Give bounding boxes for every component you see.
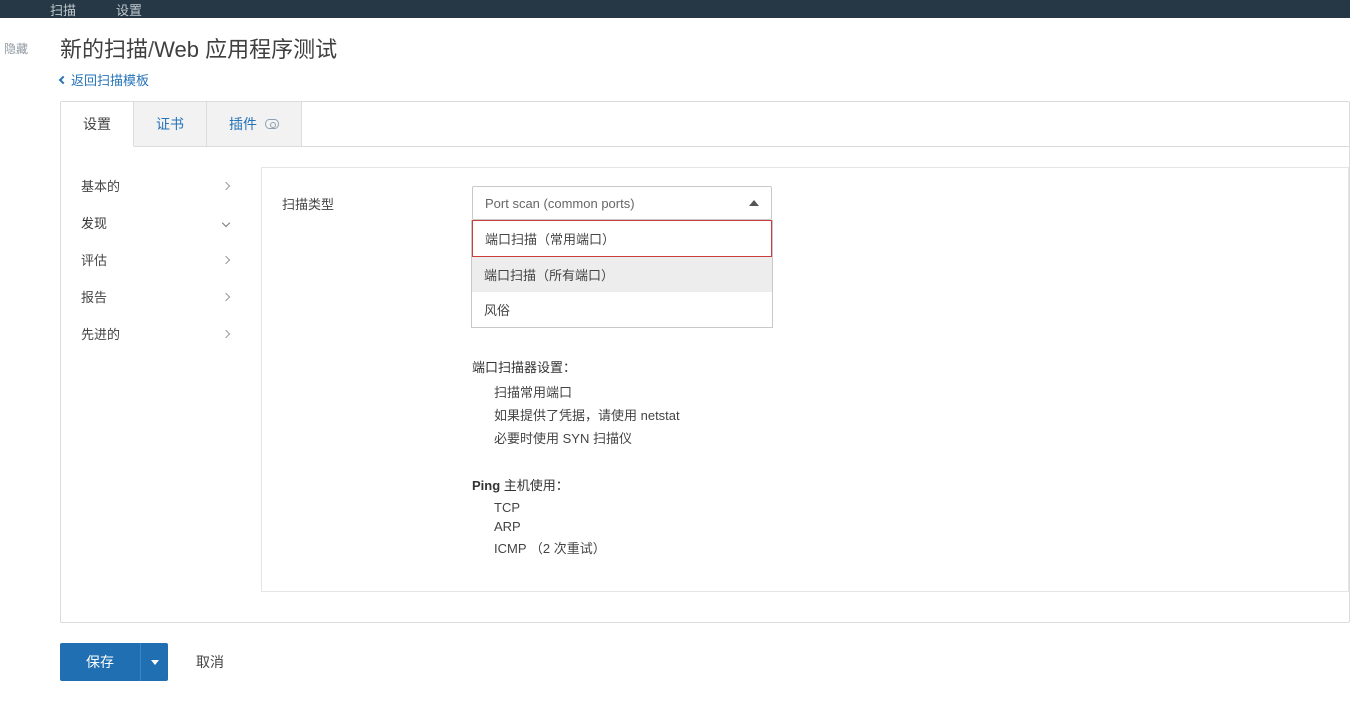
dropdown-selected: Port scan (common ports) — [485, 196, 635, 211]
ping-line: ARP — [494, 519, 1328, 534]
sidemenu-label: 发现 — [81, 213, 107, 232]
content-tabs: 设置 证书 插件 — [61, 102, 1349, 147]
ping-line: ICMP （2 次重试） — [494, 538, 1328, 557]
sidemenu-report[interactable]: 报告 — [79, 278, 241, 315]
page-title: 新的扫描/Web 应用程序测试 — [60, 32, 1350, 64]
back-link-label: 返回扫描模板 — [71, 70, 149, 89]
dropdown-list: 端口扫描（常用端口） 端口扫描（所有端口） 风俗 — [471, 220, 773, 328]
caret-up-icon — [749, 200, 759, 206]
dropdown-head[interactable]: Port scan (common ports) — [472, 186, 772, 220]
scan-type-dropdown[interactable]: Port scan (common ports) 端口扫描（常用端口） 端口扫描… — [472, 186, 772, 220]
port-scanner-head: 端口扫描器设置： — [472, 357, 1328, 376]
eye-icon — [265, 119, 279, 129]
sidemenu-assess[interactable]: 评估 — [79, 241, 241, 278]
title-post: Web 应用程序测试 — [154, 37, 337, 62]
ping-bold: Ping — [472, 478, 500, 493]
left-gutter-hide[interactable]: 隐藏 — [0, 18, 60, 711]
dropdown-option-custom[interactable]: 风俗 — [472, 292, 772, 327]
title-pre: 新的扫描 — [60, 37, 148, 62]
content-panel: 扫描类型 Port scan (common ports) 端口扫描（常用端口）… — [261, 167, 1349, 592]
sidemenu-label: 评估 — [81, 250, 107, 269]
back-link[interactable]: 返回扫描模板 — [60, 70, 149, 89]
sidemenu-label: 报告 — [81, 287, 107, 306]
scanner-line: 扫描常用端口 — [494, 382, 1328, 401]
scan-type-label: 扫描类型 — [282, 186, 472, 213]
topnav-settings[interactable]: 设置 — [116, 0, 142, 19]
tab-plugins[interactable]: 插件 — [207, 102, 302, 146]
settings-card: 设置 证书 插件 基本的 发现 — [60, 101, 1350, 623]
ping-rest: 主机使用： — [500, 478, 569, 493]
sidemenu-label: 基本的 — [81, 176, 120, 195]
side-menu: 基本的 发现 评估 报告 — [61, 167, 241, 592]
sidemenu-basic[interactable]: 基本的 — [79, 167, 241, 204]
ping-line: TCP — [494, 500, 1328, 515]
caret-down-icon — [151, 660, 159, 665]
scanner-line: 必要时使用 SYN 扫描仪 — [494, 428, 1328, 447]
dropdown-option-common[interactable]: 端口扫描（常用端口） — [472, 220, 772, 257]
chevron-right-icon — [222, 255, 230, 263]
scanner-line: 如果提供了凭据，请使用 netstat — [494, 405, 1328, 424]
sidemenu-discovery[interactable]: 发现 — [79, 204, 241, 241]
topnav-scan[interactable]: 扫描 — [50, 0, 76, 19]
chevron-right-icon — [222, 292, 230, 300]
save-dropdown-button[interactable] — [140, 643, 168, 681]
chevron-right-icon — [222, 181, 230, 189]
chevron-down-icon — [222, 218, 230, 226]
tab-plugins-label: 插件 — [229, 114, 257, 134]
chevron-right-icon — [222, 329, 230, 337]
tab-cert[interactable]: 证书 — [134, 102, 207, 146]
save-button[interactable]: 保存 — [60, 643, 140, 681]
tab-settings[interactable]: 设置 — [61, 102, 134, 147]
chevron-left-icon — [59, 75, 67, 83]
top-nav-bar: 扫描 设置 — [0, 0, 1350, 18]
ping-head: Ping 主机使用： — [472, 475, 1328, 494]
cancel-button[interactable]: 取消 — [196, 652, 224, 672]
sidemenu-advanced[interactable]: 先进的 — [79, 315, 241, 352]
dropdown-option-all[interactable]: 端口扫描（所有端口） — [472, 257, 772, 292]
save-button-group: 保存 — [60, 643, 168, 681]
sidemenu-label: 先进的 — [81, 324, 120, 343]
